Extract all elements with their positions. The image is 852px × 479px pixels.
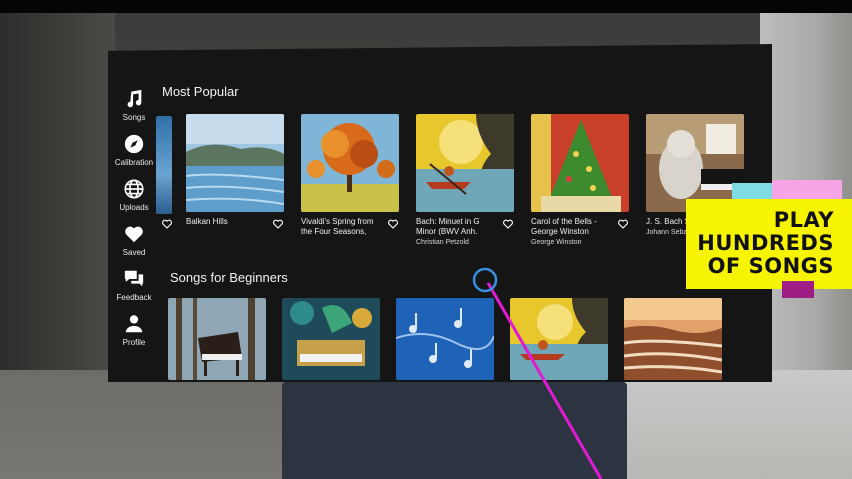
- most-popular-row: Balkan Hills Vivaldi's Spring from the F…: [186, 114, 761, 246]
- promo-text: PLAY HUNDREDS OF SONGS: [697, 209, 834, 278]
- sidebar-item-songs[interactable]: Songs: [108, 88, 160, 122]
- heart-outline-icon[interactable]: [387, 218, 399, 230]
- song-card[interactable]: Carol of the Bells - George Winston Geor…: [531, 114, 629, 246]
- sidebar-item-feedback[interactable]: Feedback: [108, 268, 160, 302]
- music-note-icon: [127, 89, 142, 108]
- song-cover-cat-piano[interactable]: [646, 114, 744, 212]
- promo-line: HUNDREDS: [697, 231, 834, 255]
- sidebar-label: Uploads: [119, 203, 149, 212]
- song-cover-canoe[interactable]: [416, 114, 514, 212]
- heart-icon: [125, 226, 143, 243]
- beginners-row: [168, 298, 738, 380]
- song-cover-blue-notes[interactable]: [396, 298, 494, 380]
- partial-card-cover[interactable]: [156, 116, 172, 214]
- sidebar-label: Saved: [122, 248, 146, 257]
- section-title-beginners: Songs for Beginners: [170, 270, 288, 285]
- app-panel: Songs Calibration Uploads Saved Feedback…: [108, 44, 772, 382]
- sidebar-label: Profile: [122, 338, 146, 347]
- heart-outline-icon[interactable]: [502, 218, 514, 230]
- song-artist: George Winston: [531, 239, 582, 246]
- song-card[interactable]: Balkan Hills: [186, 114, 284, 246]
- song-cover-sunset-shore[interactable]: [624, 298, 722, 380]
- room-wall-lower: [600, 370, 852, 479]
- song-cover-peacock-piano[interactable]: [282, 298, 380, 380]
- promo-banner: PLAY HUNDREDS OF SONGS: [686, 199, 852, 289]
- promo-accent-cyan: [732, 183, 772, 200]
- song-title: Carol of the Bells - George Winston: [531, 217, 597, 236]
- song-artist: Christian Petzold: [416, 239, 469, 246]
- heart-outline-icon[interactable]: [272, 218, 284, 230]
- chat-icon: [124, 270, 144, 287]
- sidebar-item-calibration[interactable]: Calibration: [108, 133, 160, 167]
- song-title: Bach: Minuet in G Minor (BWV Anh.: [416, 217, 480, 236]
- heart-outline-icon[interactable]: [617, 218, 629, 230]
- compass-icon: [124, 134, 144, 154]
- song-card[interactable]: [510, 298, 608, 380]
- song-cover-christmas-tree[interactable]: [531, 114, 629, 212]
- heart-outline-icon[interactable]: [161, 218, 173, 230]
- song-cover-autumn-tree[interactable]: [301, 114, 399, 212]
- chair: [282, 382, 627, 479]
- globe-icon: [124, 179, 144, 199]
- sidebar-item-profile[interactable]: Profile: [108, 313, 160, 347]
- song-card[interactable]: [624, 298, 722, 380]
- song-title: Vivaldi's Spring from the Four Seasons,: [301, 217, 374, 236]
- song-cover-lake-hills[interactable]: [186, 114, 284, 212]
- song-card[interactable]: [396, 298, 494, 380]
- song-title: Balkan Hills: [186, 217, 228, 226]
- sidebar-item-uploads[interactable]: Uploads: [108, 178, 160, 212]
- sidebar-label: Feedback: [116, 293, 152, 302]
- section-title-most-popular: Most Popular: [162, 84, 239, 99]
- room-floor: [0, 370, 300, 479]
- song-card[interactable]: Bach: Minuet in G Minor (BWV Anh. Christ…: [416, 114, 514, 246]
- sidebar: Songs Calibration Uploads Saved Feedback…: [108, 88, 160, 358]
- person-icon: [125, 315, 143, 333]
- promo-line: OF SONGS: [707, 254, 834, 278]
- song-card[interactable]: [168, 298, 266, 380]
- sidebar-label: Songs: [122, 113, 146, 122]
- sidebar-label: Calibration: [114, 158, 154, 167]
- promo-line: PLAY: [773, 208, 834, 232]
- sidebar-item-saved[interactable]: Saved: [108, 223, 160, 257]
- top-bar: [0, 0, 852, 13]
- promo-accent-pink: [772, 180, 842, 200]
- song-cover-canoe[interactable]: [510, 298, 608, 380]
- song-cover-forest-piano[interactable]: [168, 298, 266, 380]
- song-card[interactable]: Vivaldi's Spring from the Four Seasons,: [301, 114, 399, 246]
- song-card[interactable]: [282, 298, 380, 380]
- promo-accent-purple: [782, 281, 814, 298]
